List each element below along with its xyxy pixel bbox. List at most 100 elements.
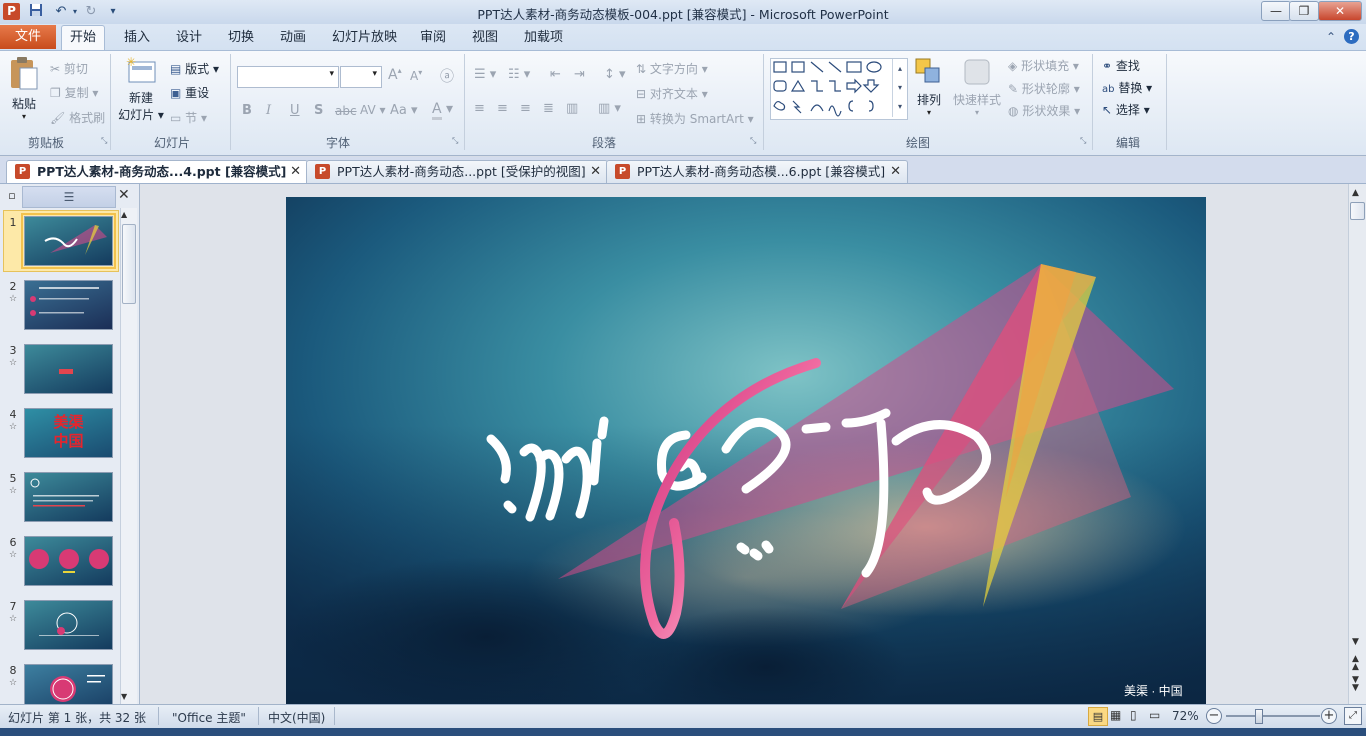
scroll-up-icon[interactable]: ▲ <box>121 210 127 219</box>
tab-transitions[interactable]: 切换 <box>220 27 262 49</box>
language-status[interactable]: 中文(中国) <box>268 709 325 726</box>
align-left-button[interactable]: ≡ <box>474 101 485 116</box>
change-case-button[interactable]: Aa ▾ <box>390 103 418 118</box>
text-direction-button[interactable]: ⇅ 文字方向 ▾ <box>636 60 708 77</box>
reset-button[interactable]: ▣ 重设 <box>170 84 209 101</box>
slide-scroll-thumb[interactable] <box>1350 202 1365 220</box>
help-icon[interactable]: ? <box>1344 29 1359 44</box>
italic-button[interactable]: I <box>266 103 271 118</box>
slide-sorter-icon[interactable]: ▦ <box>1110 708 1121 722</box>
close-panel-icon[interactable]: ✕ <box>118 187 130 203</box>
slide-thumbnail-5[interactable] <box>24 472 113 522</box>
slides-view-tab[interactable]: ▫ <box>2 186 22 206</box>
scroll-up-icon[interactable]: ▲ <box>1352 188 1359 198</box>
zoom-slider[interactable] <box>1226 709 1320 724</box>
scroll-down-icon[interactable]: ▼ <box>1352 637 1359 647</box>
find-button[interactable]: ⚭ 查找 <box>1102 57 1140 74</box>
shrink-font-button[interactable]: A▾ <box>410 68 422 83</box>
tab-home[interactable]: 开始 <box>61 25 106 51</box>
slide-thumbnail-6[interactable] <box>24 536 113 586</box>
slide-scrollbar[interactable] <box>1348 184 1366 704</box>
next-slide-icon[interactable]: ▼ ▼ <box>1352 676 1359 693</box>
columns-button[interactable]: ▥ ▾ <box>598 101 621 116</box>
minimize-button[interactable]: — <box>1261 1 1291 21</box>
new-slide-button[interactable]: ✳ 新建 幻灯片 ▾ <box>116 55 166 128</box>
shape-fill-button[interactable]: ◈ 形状填充 ▾ <box>1008 57 1079 74</box>
shadow-button[interactable]: S <box>314 103 323 118</box>
font-color-button[interactable]: A ▾ <box>432 101 453 120</box>
close-tab-icon[interactable]: ✕ <box>290 161 301 183</box>
shape-effects-button[interactable]: ◍ 形状效果 ▾ <box>1008 102 1080 119</box>
font-size-combo[interactable]: ▾ <box>340 66 382 88</box>
previous-slide-icon[interactable]: ▲ ▲ <box>1352 655 1359 672</box>
zoom-out-icon[interactable]: − <box>1206 708 1222 724</box>
gallery-scroll[interactable]: ▴ ▾ ▾ <box>892 59 907 117</box>
slide-thumbnail-1[interactable] <box>21 213 116 269</box>
section-button[interactable]: ▭ 节 ▾ <box>170 109 207 126</box>
select-button[interactable]: ↖ 选择 ▾ <box>1102 101 1150 118</box>
justify-button[interactable]: ≣ <box>543 101 554 116</box>
shapes-gallery[interactable]: ▴ ▾ ▾ <box>770 58 908 120</box>
format-painter-button[interactable]: 🖌 格式刷 <box>50 109 105 126</box>
close-tab-icon[interactable]: ✕ <box>890 161 901 183</box>
replace-button[interactable]: ab 替换 ▾ <box>1102 79 1152 96</box>
tab-addins[interactable]: 加载项 <box>516 27 571 49</box>
slide-thumbnail-4[interactable]: 美渠 中国 <box>24 408 113 458</box>
font-dialog-launcher-icon[interactable]: ⤡ <box>452 136 458 146</box>
strikethrough-button[interactable]: abc <box>335 104 357 118</box>
tab-slideshow[interactable]: 幻灯片放映 <box>324 27 405 49</box>
tab-animations[interactable]: 动画 <box>272 27 314 49</box>
normal-view-icon[interactable]: ▤ <box>1088 707 1108 726</box>
line-spacing-button[interactable]: ↕ ▾ <box>604 67 626 82</box>
slide-canvas[interactable]: 美渠 · 中国 <box>286 197 1206 704</box>
restore-button[interactable]: ❐ <box>1289 1 1319 21</box>
thumbnail-scroll-thumb[interactable] <box>122 224 136 304</box>
smartart-button[interactable]: ⊞ 转换为 SmartArt ▾ <box>636 110 754 127</box>
close-tab-icon[interactable]: ✕ <box>590 161 601 183</box>
align-text-button[interactable]: ⊟ 对齐文本 ▾ <box>636 85 708 102</box>
slideshow-view-icon[interactable]: ▭ <box>1149 708 1160 722</box>
document-tab-2[interactable]: P PPT达人素材-商务动态...ppt [受保护的视图] ✕ <box>306 160 608 183</box>
clipboard-dialog-launcher-icon[interactable]: ⤡ <box>101 136 107 146</box>
decrease-indent-button[interactable]: ⇤ <box>550 67 561 82</box>
paragraph-dialog-launcher-icon[interactable]: ⤡ <box>750 136 756 146</box>
tab-insert[interactable]: 插入 <box>116 27 158 49</box>
align-center-button[interactable]: ≡ <box>497 101 508 116</box>
fit-to-window-icon[interactable]: ⤢ <box>1344 707 1362 725</box>
zoom-in-icon[interactable]: + <box>1321 708 1337 724</box>
tab-view[interactable]: 视图 <box>464 27 506 49</box>
zoom-slider-handle[interactable] <box>1255 709 1264 724</box>
document-tab-3[interactable]: P PPT达人素材-商务动态模...6.ppt [兼容模式] ✕ <box>606 160 908 183</box>
numbering-button[interactable]: ☷ ▾ <box>508 67 530 82</box>
document-tab-1[interactable]: P PPT达人素材-商务动态...4.ppt [兼容模式] ✕ <box>6 160 308 183</box>
scroll-down-icon[interactable]: ▼ <box>121 692 127 701</box>
tab-design[interactable]: 设计 <box>168 27 210 49</box>
shape-outline-button[interactable]: ✎ 形状轮廓 ▾ <box>1008 80 1080 97</box>
arrange-button[interactable]: 排列 ▾ <box>910 56 948 124</box>
increase-indent-button[interactable]: ⇥ <box>574 67 585 82</box>
char-spacing-button[interactable]: AV ▾ <box>360 103 386 117</box>
zoom-level[interactable]: 72% <box>1172 709 1199 723</box>
help-up-icon[interactable]: ⌃ <box>1326 30 1336 44</box>
theme-status[interactable]: "Office 主题" <box>172 709 246 726</box>
grow-font-button[interactable]: A▴ <box>388 66 402 83</box>
align-right-button[interactable]: ≡ <box>520 101 531 116</box>
slide-thumbnail-2[interactable] <box>24 280 113 330</box>
bullets-button[interactable]: ☰ ▾ <box>474 67 496 82</box>
outline-view-tab[interactable]: ☰ <box>22 186 116 208</box>
layout-button[interactable]: ▤ 版式 ▾ <box>170 60 219 77</box>
cut-button[interactable]: ✂ 剪切 <box>50 60 88 77</box>
distribute-button[interactable]: ▥ <box>566 101 578 116</box>
tab-review[interactable]: 审阅 <box>412 27 454 49</box>
slide-thumbnail-7[interactable] <box>24 600 113 650</box>
slide-thumbnail-3[interactable] <box>24 344 113 394</box>
bold-button[interactable]: B <box>242 103 252 118</box>
copy-button[interactable]: ❐ 复制 ▾ <box>50 84 98 101</box>
font-family-combo[interactable]: ▾ <box>237 66 339 88</box>
quick-styles-button[interactable]: 快速样式 ▾ <box>950 56 1004 124</box>
reading-view-icon[interactable]: ▯ <box>1130 708 1137 722</box>
paste-button[interactable]: 粘贴 ▾ <box>6 56 42 121</box>
tab-file[interactable]: 文件 <box>0 25 56 49</box>
drawing-dialog-launcher-icon[interactable]: ⤡ <box>1080 136 1086 146</box>
close-button[interactable]: ✕ <box>1318 1 1362 21</box>
